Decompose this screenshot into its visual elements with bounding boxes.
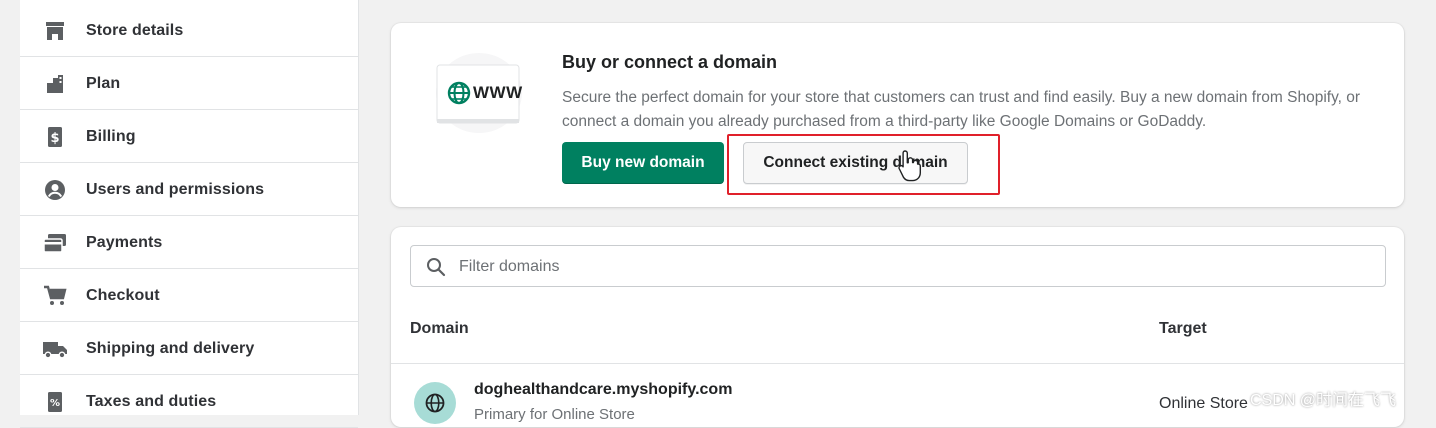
- sidebar-item-plan[interactable]: Plan: [20, 58, 358, 110]
- www-text: www: [473, 83, 523, 102]
- sidebar-item-label: Users and permissions: [86, 180, 265, 198]
- svg-text:%: %: [50, 398, 60, 409]
- sidebar-item-label: Plan: [86, 74, 121, 92]
- user-icon: [42, 177, 68, 203]
- sidebar-item-label: Checkout: [86, 286, 160, 304]
- filter-domains-field[interactable]: [410, 245, 1386, 288]
- sidebar-item-label: Payments: [86, 233, 163, 251]
- column-header-domain[interactable]: Domain: [410, 320, 469, 338]
- svg-text:$: $: [50, 131, 59, 146]
- sidebar-item-label: Taxes and duties: [86, 392, 217, 410]
- store-icon: [42, 18, 68, 44]
- sidebar-item-shipping-delivery[interactable]: Shipping and delivery: [20, 323, 358, 375]
- buy-new-domain-button[interactable]: Buy new domain: [562, 142, 724, 184]
- domain-link[interactable]: doghealthandcare.myshopify.com: [474, 381, 732, 399]
- sidebar-item-label: Store details: [86, 21, 184, 39]
- truck-icon: [42, 336, 68, 362]
- card-title: Buy or connect a domain: [562, 52, 778, 72]
- globe-icon: [414, 382, 456, 424]
- sidebar-item-billing[interactable]: $ Billing: [20, 111, 358, 163]
- tax-icon: %: [42, 389, 68, 415]
- filter-domains-input[interactable]: [457, 246, 1361, 288]
- sidebar-item-label: Billing: [86, 127, 136, 145]
- card-description: Secure the perfect domain for your store…: [562, 89, 1361, 130]
- annotation-highlight-box: [727, 134, 1000, 195]
- sidebar-item-users-permissions[interactable]: Users and permissions: [20, 164, 358, 216]
- payments-icon: [42, 230, 68, 256]
- divider: [391, 363, 1404, 364]
- sidebar-item-label: Shipping and delivery: [86, 339, 255, 357]
- sidebar-item-checkout[interactable]: Checkout: [20, 270, 358, 322]
- settings-sidebar: Store details Plan $ Billing Users and p…: [20, 0, 359, 428]
- hand-cursor-icon: [898, 150, 921, 182]
- cart-icon: [42, 283, 68, 309]
- www-illustration: www: [435, 52, 523, 134]
- column-header-target[interactable]: Target: [1159, 320, 1207, 338]
- plan-icon: [42, 71, 68, 97]
- watermark-text: CSDN @时间在飞飞: [1250, 392, 1397, 409]
- sidebar-item-store-details[interactable]: Store details: [20, 5, 358, 57]
- billing-icon: $: [42, 124, 68, 150]
- sidebar-item-taxes-duties[interactable]: % Taxes and duties: [20, 376, 358, 428]
- search-icon: [427, 258, 446, 277]
- domain-target: Online Store: [1159, 395, 1248, 412]
- sidebar-item-payments[interactable]: Payments: [20, 217, 358, 269]
